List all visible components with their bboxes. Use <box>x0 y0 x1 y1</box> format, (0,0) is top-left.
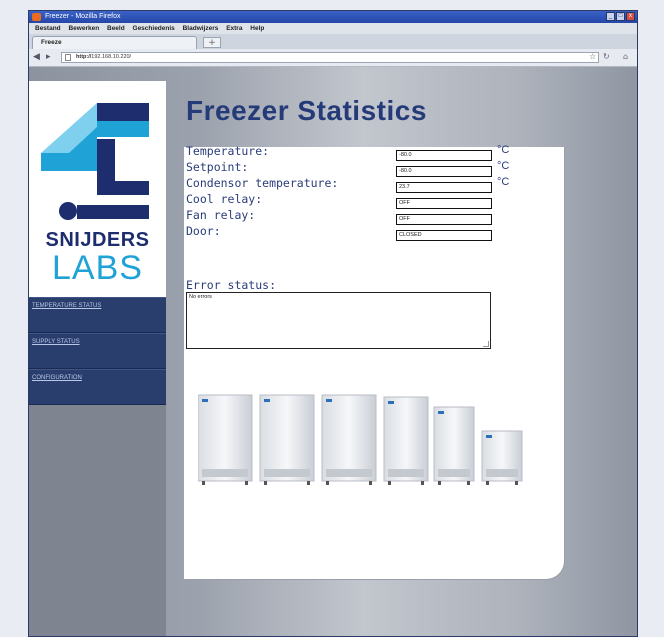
menu-geschiedenis[interactable]: Geschiedenis <box>133 25 175 32</box>
back-icon[interactable]: ◀ <box>33 52 40 63</box>
setpoint-field: -80.0 <box>396 166 492 177</box>
label-temperature: Temperature: <box>186 144 270 158</box>
page-title: Freezer Statistics <box>186 95 427 126</box>
stats-panel: Temperature: -80.0 °C Setpoint: -80.0 °C… <box>184 144 564 579</box>
window-title: Freezer - Mozilla Firefox <box>45 13 121 20</box>
sidebar: SNIJDERS LABS TEMPERATURE STATUS SUPPLY … <box>29 81 166 636</box>
menu-bar: Bestand Bewerken Beeld Geschiedenis Blad… <box>29 23 637 34</box>
cool-relay-field: OFF <box>396 198 492 209</box>
main-area: Freezer Statistics Temperature: -80.0 °C… <box>184 67 637 636</box>
door-field: CLOSED <box>396 230 492 241</box>
temperature-unit: °C <box>497 144 510 156</box>
page-icon <box>65 54 71 61</box>
label-door: Door: <box>186 224 221 238</box>
condensor-temperature-field: 23.7 <box>396 182 492 193</box>
menu-bewerken[interactable]: Bewerken <box>68 25 99 32</box>
label-cool-relay: Cool relay: <box>186 192 263 206</box>
window-titlebar: Freezer - Mozilla Firefox _ □ x <box>29 11 637 23</box>
home-icon[interactable]: ⌂ <box>623 52 628 61</box>
page-content: SNIJDERS LABS TEMPERATURE STATUS SUPPLY … <box>29 67 637 636</box>
error-status-textarea[interactable]: No errors <box>186 292 491 349</box>
label-setpoint: Setpoint: <box>186 160 249 174</box>
tab-bar: Freeze + <box>29 34 637 49</box>
label-fan-relay: Fan relay: <box>186 208 256 222</box>
forward-icon[interactable]: ▸ <box>46 52 51 63</box>
new-tab-button[interactable]: + <box>203 37 221 48</box>
nav-supply-status[interactable]: SUPPLY STATUS <box>29 333 166 369</box>
company-logo: SNIJDERS LABS <box>29 81 166 297</box>
temperature-field: -80.0 <box>396 150 492 161</box>
label-condensor-temperature: Condensor temperature: <box>186 176 339 190</box>
logo-text-labs: LABS <box>52 249 143 287</box>
menu-bestand[interactable]: Bestand <box>35 25 61 32</box>
close-icon[interactable]: x <box>626 12 635 21</box>
menu-extra[interactable]: Extra <box>226 25 242 32</box>
setpoint-unit: °C <box>497 160 510 172</box>
navigation-bar: ◀ ▸ http://192.168.10.220/ ☆ ↻ ⌂ <box>29 49 637 67</box>
reload-icon[interactable]: ↻ <box>603 52 610 61</box>
firefox-icon <box>32 13 41 21</box>
menu-bladwijzers[interactable]: Bladwijzers <box>183 25 219 32</box>
nav-temperature-status[interactable]: TEMPERATURE STATUS <box>29 297 166 333</box>
nav-configuration[interactable]: CONFIGURATION <box>29 369 166 405</box>
url-text: 192.168.10.220/ <box>91 54 132 60</box>
freezer-product-image <box>198 394 523 485</box>
minimize-icon[interactable]: _ <box>606 12 615 21</box>
error-status-label: Error status: <box>186 278 277 292</box>
maximize-icon[interactable]: □ <box>616 12 625 21</box>
tab-title: Freeze <box>41 39 62 46</box>
tab-freeze[interactable]: Freeze <box>32 36 197 49</box>
url-prefix: http:// <box>76 54 92 60</box>
resize-grip-icon[interactable] <box>483 341 489 347</box>
menu-beeld[interactable]: Beeld <box>107 25 125 32</box>
fan-relay-field: OFF <box>396 214 492 225</box>
url-bar[interactable]: http://192.168.10.220/ <box>61 52 599 63</box>
menu-help[interactable]: Help <box>250 25 264 32</box>
bookmark-star-icon[interactable]: ☆ <box>589 52 596 61</box>
error-status-text: No errors <box>189 294 212 300</box>
browser-window: Freezer - Mozilla Firefox _ □ x Bestand … <box>28 10 638 637</box>
sidebar-nav: TEMPERATURE STATUS SUPPLY STATUS CONFIGU… <box>29 297 166 405</box>
condensor-temperature-unit: °C <box>497 176 510 188</box>
